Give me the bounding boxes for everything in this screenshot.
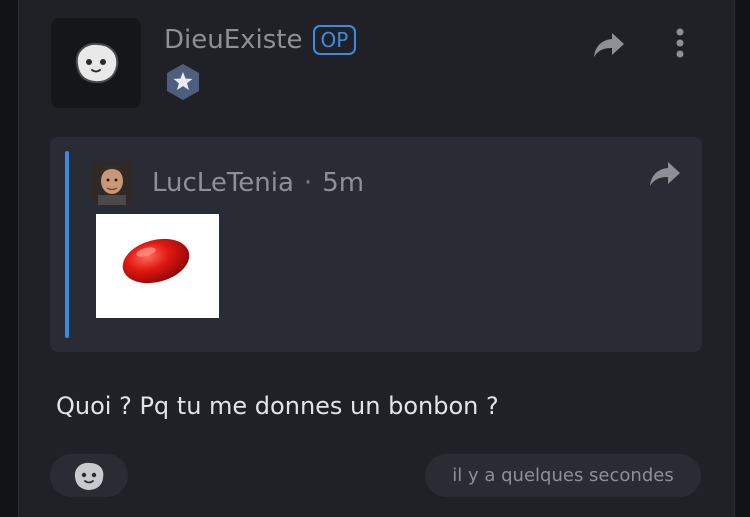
quote-author-avatar[interactable] [90, 161, 134, 205]
add-reaction-icon [74, 462, 104, 490]
more-vertical-icon[interactable] [675, 27, 685, 61]
author-line: DieuExiste OP [164, 22, 357, 58]
message-text: Quoi ? Pq tu me donnes un bonbon ? [56, 392, 499, 420]
post-timestamp: il y a quelques secondes [425, 454, 701, 497]
smiley-face-icon [75, 42, 119, 84]
share-arrow-icon[interactable] [648, 159, 682, 189]
quote-author-name[interactable]: LucLeTenia [152, 168, 294, 198]
quote-accent-bar [65, 151, 69, 338]
author-avatar[interactable] [51, 18, 141, 108]
add-reaction-button[interactable] [50, 454, 128, 497]
quote-header: LucLeTenia · 5m [152, 163, 364, 203]
author-name[interactable]: DieuExiste [164, 22, 303, 58]
red-candy-image [122, 238, 190, 284]
op-badge: OP [312, 25, 357, 55]
share-arrow-icon[interactable] [592, 30, 626, 60]
candy-image[interactable] [96, 214, 219, 318]
quote-separator: · [303, 168, 313, 198]
quote-time: 5m [322, 168, 365, 198]
post-card: DieuExiste OP LucLeTenia · 5m Quoi ? Pq … [18, 0, 735, 517]
quoted-message[interactable]: LucLeTenia · 5m [50, 137, 702, 352]
star-hexagon-icon [167, 64, 199, 100]
person-photo-icon [90, 161, 134, 205]
